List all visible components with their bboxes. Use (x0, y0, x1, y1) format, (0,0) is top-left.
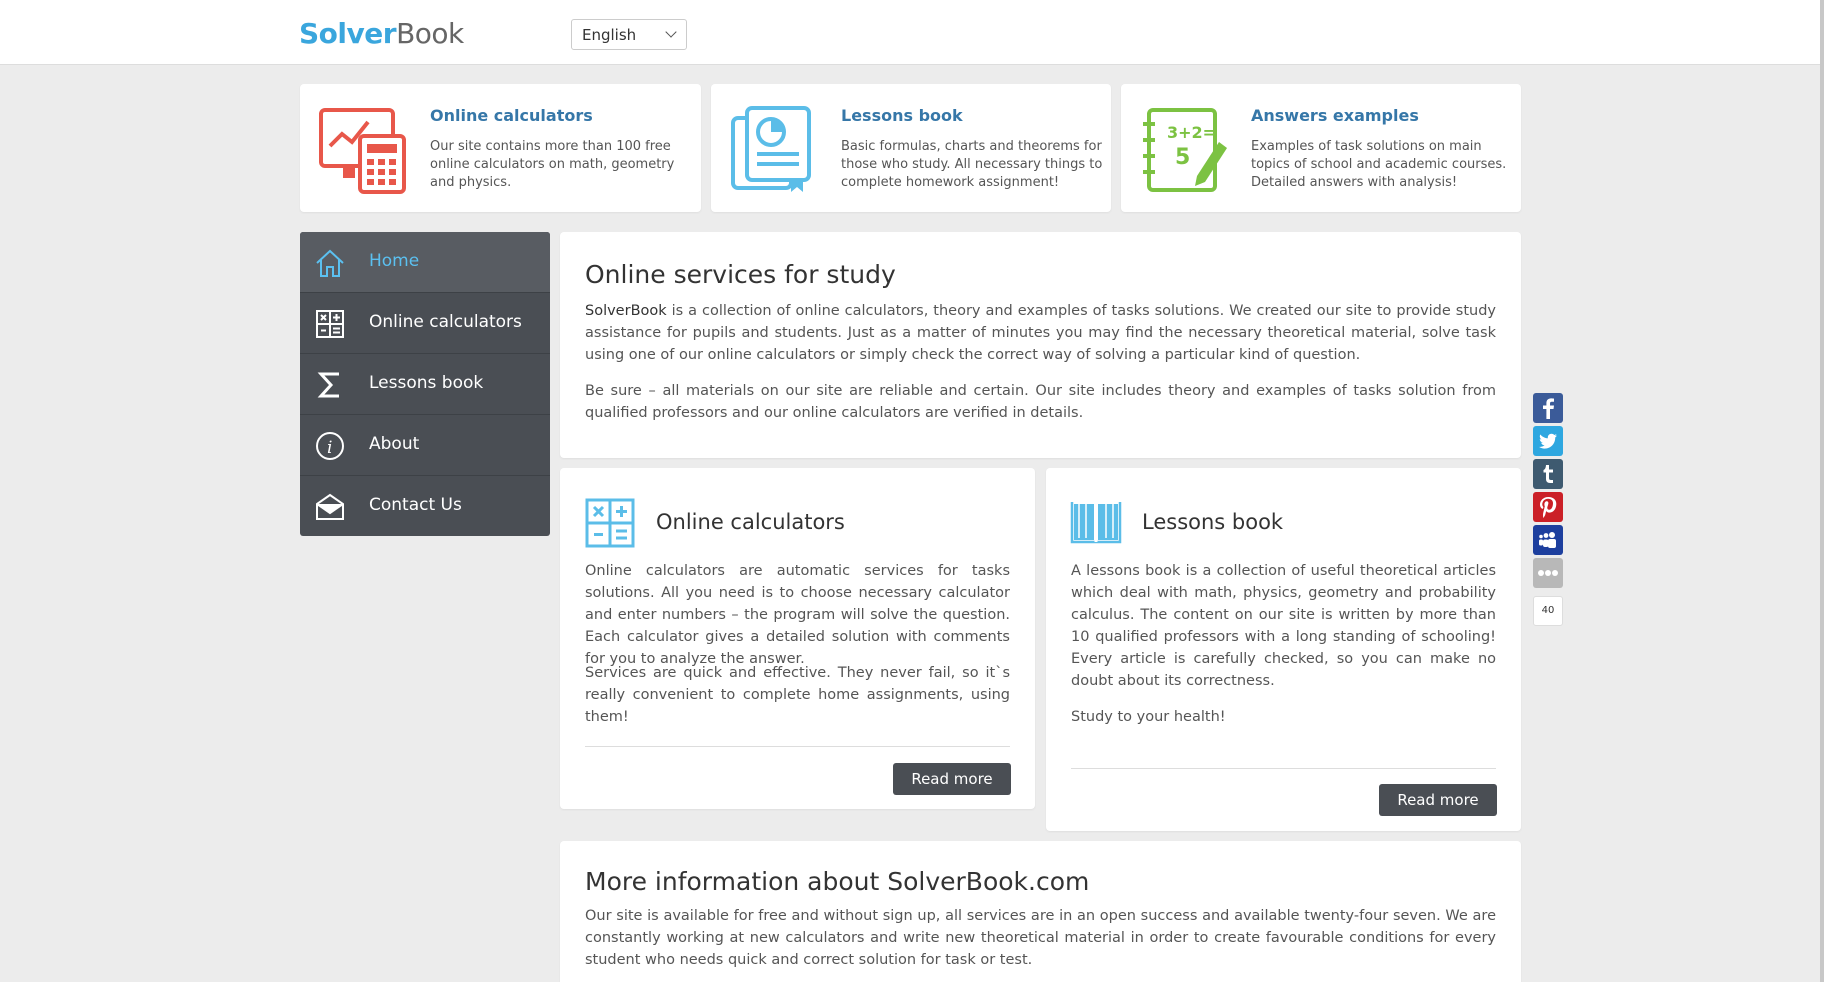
card-title: Online calculators (656, 510, 845, 534)
twitter-share-button[interactable] (1533, 426, 1563, 456)
site-logo[interactable]: SolverBook (299, 17, 464, 50)
calculators-card: Online calculators Online calculators ar… (560, 468, 1035, 809)
intro-paragraph-1-text: is a collection of online calculators, t… (585, 303, 1496, 363)
feature-card-calculators[interactable]: Online calculators Our site contains mor… (300, 84, 701, 212)
top-header: SolverBook English (0, 0, 1824, 65)
calculator-grid-icon (585, 498, 635, 548)
answers-notebook-icon: 3+2= 5 (1143, 108, 1227, 192)
sidebar-item-label: About (369, 434, 420, 454)
card-title: Lessons book (1142, 510, 1284, 534)
more-info-paragraph: Our site is available for free and witho… (585, 908, 1496, 968)
more-info-card: More information about SolverBook.com Ou… (560, 841, 1521, 982)
sidebar-item-calculators[interactable]: Online calculators (300, 293, 550, 354)
feature-title[interactable]: Lessons book (841, 106, 963, 125)
lessons-book-icon (731, 106, 811, 192)
sidebar-item-lessons[interactable]: Lessons book (300, 354, 550, 415)
intro-card: Online services for study SolverBook is … (560, 232, 1521, 458)
pinterest-icon (1540, 497, 1557, 518)
card-paragraph-2: Services are quick and effective. They n… (585, 665, 1010, 725)
language-select[interactable]: English (571, 19, 687, 50)
calculator-icon (316, 310, 344, 338)
sidebar-item-label: Online calculators (369, 312, 522, 332)
calculator-monitor-icon (319, 108, 406, 194)
feature-title[interactable]: Answers examples (1251, 106, 1419, 125)
scrollbar[interactable] (1820, 0, 1824, 982)
sidebar-nav: Home Online calculators Lessons book i A… (300, 232, 550, 536)
facebook-share-button[interactable] (1533, 393, 1563, 423)
feature-card-lessons[interactable]: Lessons book Basic formulas, charts and … (711, 84, 1111, 212)
language-select-value: English (582, 26, 637, 44)
sidebar-item-label: Home (369, 251, 420, 271)
more-share-button[interactable] (1533, 558, 1563, 588)
card-paragraph-1: A lessons book is a collection of useful… (1071, 563, 1496, 689)
myspace-icon (1539, 532, 1556, 548)
feature-card-answers[interactable]: 3+2= 5 Answers examples Examples of task… (1121, 84, 1521, 212)
lessons-card: Lessons book A lessons book is a collect… (1046, 468, 1521, 831)
more-icon (1538, 570, 1558, 576)
twitter-icon (1539, 433, 1557, 449)
logo-part-book: Book (396, 17, 464, 50)
read-more-button[interactable]: Read more (1379, 784, 1497, 816)
tumblr-icon (1543, 465, 1553, 483)
sidebar-item-label: Lessons book (369, 373, 484, 393)
sidebar-item-home[interactable]: Home (300, 232, 550, 293)
feature-text: Our site contains more than 100 free onl… (430, 139, 675, 190)
envelope-icon (316, 493, 344, 520)
card-paragraph-1: Online calculators are automatic service… (585, 563, 1010, 667)
home-icon (316, 249, 344, 277)
brand-name: SolverBook (585, 303, 667, 319)
tumblr-share-button[interactable] (1533, 459, 1563, 489)
card-paragraph-2: Study to your health! (1071, 709, 1226, 725)
open-book-icon (1070, 502, 1122, 544)
share-count: 40 (1533, 596, 1563, 626)
feature-title[interactable]: Online calculators (430, 106, 593, 125)
logo-part-solver: Solver (299, 17, 397, 50)
intro-paragraph-2: Be sure – all materials on our site are … (585, 383, 1496, 421)
svg-text:3+2=: 3+2= (1167, 123, 1216, 142)
pinterest-share-button[interactable] (1533, 492, 1563, 522)
facebook-icon (1543, 398, 1554, 419)
svg-text:5: 5 (1175, 145, 1190, 170)
feature-text: Basic formulas, charts and theorems for … (841, 139, 1103, 190)
svg-text:i: i (327, 438, 332, 458)
intro-paragraph-1: SolverBook is a collection of online cal… (585, 300, 1496, 366)
sidebar-item-contact[interactable]: Contact Us (300, 476, 550, 536)
feature-text: Examples of task solutions on main topic… (1251, 139, 1507, 190)
info-icon: i (316, 432, 344, 460)
card-divider (1071, 768, 1496, 769)
read-more-button[interactable]: Read more (893, 763, 1011, 795)
chevron-down-icon (665, 26, 677, 38)
page-title: Online services for study (585, 260, 896, 289)
sidebar-item-label: Contact Us (369, 495, 462, 515)
sigma-icon (317, 372, 339, 398)
card-divider (585, 746, 1010, 747)
sidebar-item-about[interactable]: i About (300, 415, 550, 476)
section-title: More information about SolverBook.com (585, 867, 1090, 896)
myspace-share-button[interactable] (1533, 525, 1563, 555)
